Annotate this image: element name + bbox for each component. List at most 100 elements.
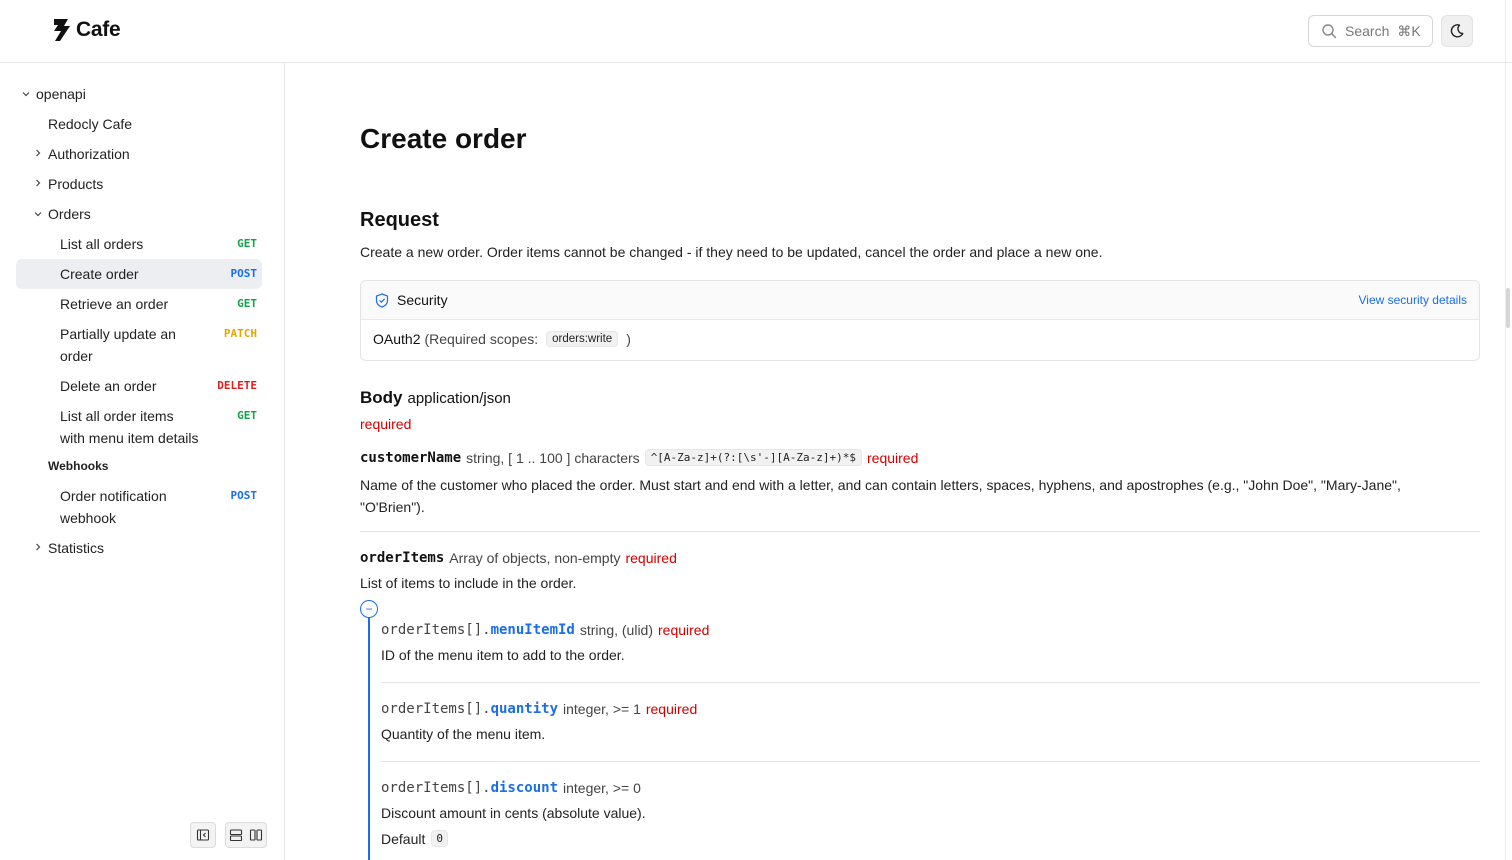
search-placeholder: Search — [1345, 23, 1390, 39]
body-heading: Body — [360, 388, 403, 407]
field-type: string, (ulid) — [579, 622, 654, 638]
sidebar-active-highlight — [16, 259, 262, 289]
field-name: quantity — [490, 701, 559, 717]
sidebar-item-retrieve-order[interactable]: Retrieve an order — [60, 293, 168, 315]
field-customer-name-header: customerName string, [ 1 .. 100 ] charac… — [360, 449, 918, 466]
app-logo[interactable]: Cafe — [52, 18, 121, 42]
search-shortcut: ⌘K — [1397, 22, 1421, 39]
chevron-down-icon[interactable] — [33, 209, 43, 219]
field-order-items-description: List of items to include in the order. — [360, 575, 577, 591]
sidebar-item-label-line1: Order notification — [60, 488, 167, 504]
sidebar-item-label-line1: List all order items — [60, 408, 174, 424]
sidebar-collapse-icon — [196, 829, 210, 841]
field-prefix: orderItems[]. — [381, 701, 491, 717]
field-divider — [381, 682, 1480, 683]
scopes-suffix: ) — [626, 331, 631, 347]
shield-check-icon — [375, 293, 389, 308]
field-menu-item-id-description: ID of the menu item to add to the order. — [381, 647, 625, 663]
sidebar-group-webhooks: Webhooks — [48, 459, 109, 473]
body-content-type: application/json — [407, 390, 511, 407]
sidebar-item-label-line2: with menu item details — [60, 430, 199, 446]
chevron-down-icon[interactable] — [21, 89, 31, 99]
security-panel: Security View security details OAuth2 (R… — [360, 280, 1480, 361]
field-type: Array of objects, non-empty — [449, 550, 621, 566]
field-prefix: orderItems[]. — [381, 622, 491, 638]
field-menu-item-id-header: orderItems[]. menuItemId string, (ulid) … — [381, 622, 709, 638]
field-description-line2: "O'Brien"). — [360, 499, 425, 515]
method-badge-post: POST — [230, 267, 258, 280]
top-header: Cafe Search ⌘K — [0, 0, 1512, 63]
security-label: Security — [397, 292, 448, 308]
sidebar-item-products[interactable]: Products — [48, 173, 103, 195]
field-required: required — [625, 550, 677, 566]
moon-icon — [1450, 24, 1464, 38]
body-heading-row: Body application/json — [360, 388, 511, 408]
method-badge-patch: PATCH — [223, 327, 257, 340]
field-pattern: ^[A-Za-z]+(?:[\s'-][A-Za-z]+)*$ — [644, 449, 862, 466]
sidebar-item-list-order-items[interactable]: List all order items with menu item deta… — [60, 405, 199, 449]
field-required: required — [867, 449, 919, 466]
collapse-sidebar-button[interactable] — [190, 822, 216, 848]
sidebar-item-label-line2: order — [60, 348, 93, 364]
method-badge-get: GET — [237, 409, 257, 422]
sidebar-item-redocly-cafe[interactable]: Redocly Cafe — [48, 113, 132, 135]
method-badge-get: GET — [237, 297, 257, 310]
app-name: Cafe — [76, 18, 121, 41]
search-button[interactable]: Search ⌘K — [1308, 15, 1433, 47]
sidebar-item-label-line2: webhook — [60, 510, 117, 526]
sidebar-item-partially-update-order[interactable]: Partially update an order — [60, 323, 176, 367]
sidebar-item-authorization[interactable]: Authorization — [48, 143, 130, 165]
nested-tree-line — [368, 618, 370, 860]
field-type: integer, >= 1 — [563, 701, 641, 717]
field-customer-name-description: Name of the customer who placed the orde… — [360, 474, 1401, 518]
scopes-prefix: (Required scopes: — [424, 331, 539, 347]
sidebar-item-create-order[interactable]: Create order — [60, 263, 139, 285]
field-prefix: orderItems[]. — [381, 780, 491, 796]
sidebar-item-statistics[interactable]: Statistics — [48, 537, 104, 559]
request-heading: Request — [360, 209, 439, 231]
field-type: string, [ 1 .. 100 ] characters — [466, 449, 640, 466]
collapse-nested-button[interactable]: − — [360, 600, 378, 618]
scope-chip: orders:write — [546, 331, 619, 347]
three-panel-layout-icon[interactable] — [249, 828, 263, 842]
method-badge-delete: DELETE — [217, 379, 257, 392]
security-scheme: OAuth2 — [373, 331, 421, 347]
security-panel-header: Security View security details — [361, 281, 1479, 320]
page-title: Create order — [360, 123, 527, 154]
sidebar-item-orders[interactable]: Orders — [48, 203, 91, 225]
field-required: required — [658, 622, 710, 638]
chevron-right-icon[interactable] — [33, 542, 43, 552]
field-name: customerName — [360, 449, 462, 466]
view-security-details-link[interactable]: View security details — [1359, 293, 1468, 307]
field-quantity-header: orderItems[]. quantity integer, >= 1 req… — [381, 701, 697, 717]
stacked-layout-icon[interactable] — [229, 828, 243, 842]
sidebar-item-list-all-orders[interactable]: List all orders — [60, 233, 143, 255]
field-quantity-description: Quantity of the menu item. — [381, 726, 546, 742]
minus-icon: − — [365, 602, 373, 616]
security-scheme-row: OAuth2 (Required scopes: orders:write ) — [373, 331, 631, 347]
scrollbar-thumb[interactable] — [1506, 288, 1510, 328]
field-description-line1: Name of the customer who placed the orde… — [360, 477, 1401, 493]
default-label: Default — [381, 830, 426, 847]
field-required: required — [645, 701, 698, 717]
field-divider — [360, 531, 1480, 532]
field-name: orderItems — [360, 550, 445, 566]
field-discount-default: Default 0 — [381, 830, 448, 847]
method-badge-post: POST — [230, 489, 258, 502]
main-content: Create order Request Create a new order.… — [286, 63, 1505, 860]
field-type: integer, >= 0 — [563, 780, 641, 796]
chevron-right-icon[interactable] — [33, 148, 43, 158]
layout-toggle-group[interactable] — [225, 822, 267, 848]
sidebar-item-order-notification-webhook[interactable]: Order notification webhook — [60, 485, 167, 529]
chevron-right-icon[interactable] — [33, 178, 43, 188]
method-badge-get: GET — [237, 237, 257, 250]
redocly-logo-icon — [54, 19, 70, 41]
page-edge — [1505, 0, 1506, 860]
body-required-label: required — [360, 416, 412, 432]
field-name: discount — [490, 780, 559, 796]
search-icon — [1322, 24, 1337, 39]
theme-toggle-button[interactable] — [1441, 15, 1473, 47]
sidebar-root-openapi[interactable]: openapi — [36, 83, 86, 105]
sidebar-item-label-line1: Partially update an — [60, 326, 176, 342]
sidebar-item-delete-order[interactable]: Delete an order — [60, 375, 157, 397]
